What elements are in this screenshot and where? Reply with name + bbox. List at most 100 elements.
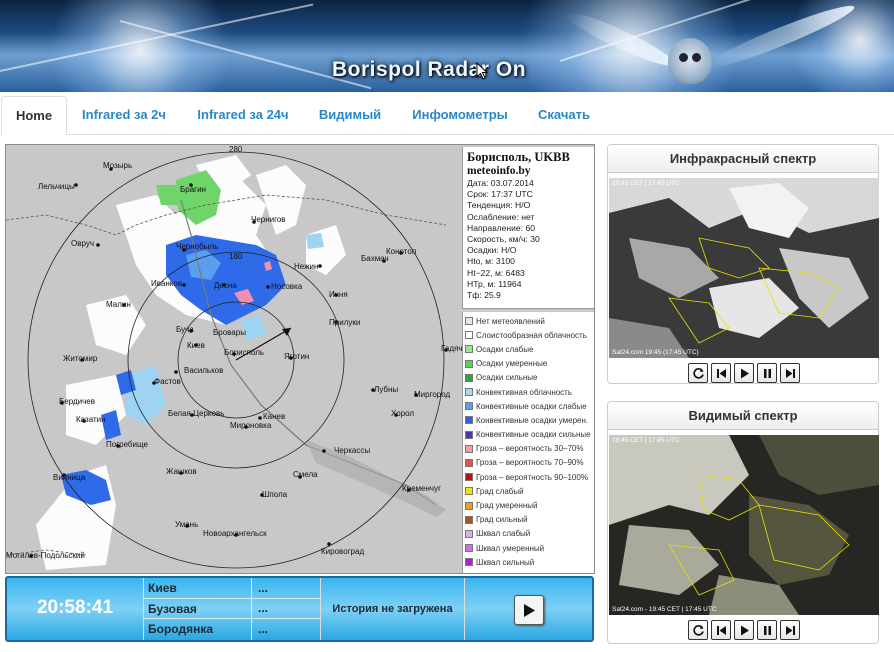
city-label: Шпола [262,490,288,499]
tab-infometers[interactable]: Инфомометры [405,96,515,135]
info-row: Срок: 17:37 UTC [467,189,533,200]
city-label: Белая Церковь [168,409,225,418]
legend-swatch [465,529,473,538]
infrared-stamp-bottom: Sat24.com 19:45 (17:45 UTC) [612,349,699,356]
city-label: Жашков [166,467,197,476]
legend-label: Гроза – вероятность 30–70% [476,444,584,454]
legend-item: Гроза – вероятность 70–90% [465,456,593,470]
source-name: meteoinfo.by [467,165,531,177]
city-label: Овруч [71,239,94,248]
info-row: Осадки: Н/О [467,245,517,256]
legend-label: Град умеренный [476,501,538,511]
playback-control-bar: 20:58:41 Киев ... Бузовая ... Бородянка … [5,576,594,642]
city-label: Смела [293,470,318,479]
radar-legend: Нет метеоявлений Слоистообразная облачнос… [462,312,594,573]
legend-swatch [465,515,473,524]
city-label: Носовка [271,282,303,291]
legend-label: Осадки сильные [476,373,538,383]
place-row: Киев ... [144,578,320,599]
city-label: Ичня [329,290,348,299]
city-label: Киев [187,341,205,350]
legend-item: Град умеренный [465,498,593,512]
tab-infrared-2h[interactable]: Infrared за 2ч [76,96,172,135]
skip-forward-icon [786,369,795,378]
infrared-first-button[interactable] [711,363,731,383]
city-label: Казатин [76,415,106,424]
infrared-title: Инфракрасный спектр [608,145,878,173]
city-label: Канев [263,412,286,421]
legend-swatch [465,501,473,510]
infrared-image[interactable]: 19:45 CET | 17:45 UTC Sat24.com 19:45 (1… [609,178,879,358]
city-label: Иванков [151,279,183,288]
skip-back-icon [717,369,726,378]
city-label: Мироновка [230,421,272,430]
range-label-180: 180 [229,252,243,261]
city-label: Кременчуг [402,484,442,493]
legend-item: Град слабый [465,484,593,498]
legend-label: Конвективная облачность [476,387,573,397]
legend-label: Шквал умеренный [476,543,545,553]
play-button[interactable] [514,595,544,625]
visible-reload-button[interactable] [688,620,708,640]
legend-swatch [465,458,473,467]
visible-pause-button[interactable] [757,620,777,640]
city-label: Конотоп [386,247,417,256]
legend-item: Осадки сильные [465,371,593,385]
info-row: Ослабление: нет [467,211,535,222]
city-label: Десна [214,281,237,290]
tab-home[interactable]: Home [1,96,67,135]
info-row: Тф: 25.9 [467,290,501,301]
history-status: История не загружена [321,578,465,640]
city-label: Чернигов [251,215,286,224]
infrared-reload-button[interactable] [688,363,708,383]
legend-swatch [465,544,473,553]
legend-label: Град сильный [476,515,528,525]
legend-item: Осадки слабые [465,342,593,356]
legend-label: Шквал сильный [476,557,535,567]
places-table: Киев ... Бузовая ... Бородянка ... [143,578,321,640]
visible-image[interactable]: 19:45 CET | 17:45 UTC Sat24.com - 19:45 … [609,435,879,615]
tab-infrared-24h[interactable]: Infrared за 24ч [190,96,296,135]
place-row: Бородянка ... [144,619,320,640]
visible-first-button[interactable] [711,620,731,640]
refresh-icon [693,368,704,379]
info-row: Нt−22, м: 6483 [467,267,525,278]
header-banner: Borispol Radar On [0,0,894,92]
infrared-pause-button[interactable] [757,363,777,383]
visible-play-button[interactable] [734,620,754,640]
legend-swatch [465,444,473,453]
skip-back-icon [717,626,726,635]
legend-item: Град сильный [465,513,593,527]
legend-label: Слоистообразная облачность [476,330,587,340]
city-label: Миргород [414,390,451,399]
legend-item: Гроза – вероятность 30–70% [465,442,593,456]
visible-last-button[interactable] [780,620,800,640]
place-value: ... [258,580,269,595]
legend-item: Конвективные осадки сильные [465,428,593,442]
pause-icon [764,626,771,635]
skip-forward-icon [786,626,795,635]
legend-label: Осадки слабые [476,344,534,354]
infrared-play-button[interactable] [734,363,754,383]
city-label: Житомир [63,354,98,363]
legend-swatch [465,402,473,411]
visible-player-controls [608,620,880,642]
radar-info-box: Борисполь, UKBB meteoinfo.by Дата: 03.07… [462,147,594,309]
info-row: НТр, м: 11964 [467,278,522,289]
legend-label: Нет метеоявлений [476,316,545,326]
city-label: Лубны [374,385,399,394]
range-label-280: 280 [229,145,243,154]
legend-swatch [465,473,473,482]
tab-visible[interactable]: Видимый [312,96,388,135]
legend-item: Шквал умеренный [465,541,593,555]
legend-item: Осадки умеренные [465,357,593,371]
legend-swatch [465,373,473,382]
city-label: Умань [175,520,199,529]
city-label: Буча [176,325,194,334]
legend-label: Конвективные осадки умерен. [476,415,589,425]
tab-download[interactable]: Скачать [532,96,596,135]
legend-swatch [465,558,473,567]
infrared-last-button[interactable] [780,363,800,383]
city-label: Прилуки [329,318,361,327]
legend-item: Шквал сильный [465,555,593,569]
